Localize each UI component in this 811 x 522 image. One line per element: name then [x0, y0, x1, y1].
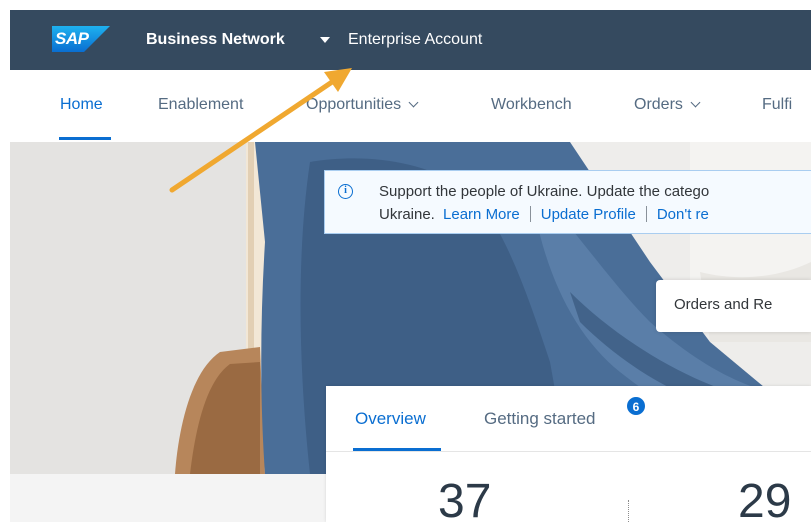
sap-logo-text: SAP — [55, 29, 89, 48]
chevron-down-icon — [408, 97, 419, 108]
info-icon: i — [338, 184, 353, 199]
overview-panel: Overview Getting started 6 37 29 — [326, 386, 811, 522]
orders-card-label: Orders and Re — [674, 296, 773, 313]
nav-item-enablement[interactable]: Enablement — [158, 95, 243, 115]
banner-message-suffix: Ukraine. — [379, 206, 435, 223]
nav-item-orders[interactable]: Orders — [634, 95, 701, 115]
tab-getting-started[interactable]: Getting started — [484, 408, 596, 430]
stat-value-2[interactable]: 29 — [738, 477, 791, 522]
nav-item-opportunities[interactable]: Opportunities — [306, 95, 419, 115]
stat-value-1[interactable]: 37 — [438, 477, 491, 522]
sap-logo[interactable]: SAP — [52, 26, 110, 52]
nav-item-workbench[interactable]: Workbench — [491, 95, 572, 115]
nav-item-fulfillment[interactable]: Fulfi — [762, 95, 792, 115]
nav-item-opportunities-label: Opportunities — [306, 96, 402, 113]
account-name[interactable]: Enterprise Account — [348, 30, 482, 50]
update-profile-link[interactable]: Update Profile — [541, 206, 636, 223]
page: SAP Business Network Enterprise Account … — [0, 0, 811, 522]
ukraine-info-banner: i Support the people of Ukraine. Update … — [324, 170, 811, 234]
nav-item-orders-label: Orders — [634, 96, 683, 113]
link-separator — [645, 206, 647, 222]
orders-card[interactable]: Orders and Re — [656, 280, 811, 332]
tab-overview[interactable]: Overview — [355, 408, 426, 430]
product-name[interactable]: Business Network — [146, 30, 285, 50]
top-navigation: Home Enablement Opportunities Workbench … — [10, 70, 811, 142]
shell-bar: SAP Business Network Enterprise Account — [10, 10, 811, 70]
chevron-down-icon — [690, 97, 701, 108]
notification-badge: 6 — [626, 396, 646, 416]
left-content-area — [10, 474, 326, 522]
banner-links-row: Ukraine. Learn More Update Profile Don't r… — [379, 206, 709, 224]
stat-divider — [628, 500, 629, 522]
active-nav-indicator — [59, 137, 111, 140]
caret-down-icon[interactable] — [320, 37, 330, 43]
nav-item-home[interactable]: Home — [60, 95, 103, 115]
banner-message: Support the people of Ukraine. Update th… — [379, 183, 710, 200]
learn-more-link[interactable]: Learn More — [443, 206, 520, 223]
dont-remind-link[interactable]: Don't re — [657, 206, 709, 223]
link-separator — [529, 206, 531, 222]
tab-divider — [326, 451, 811, 452]
